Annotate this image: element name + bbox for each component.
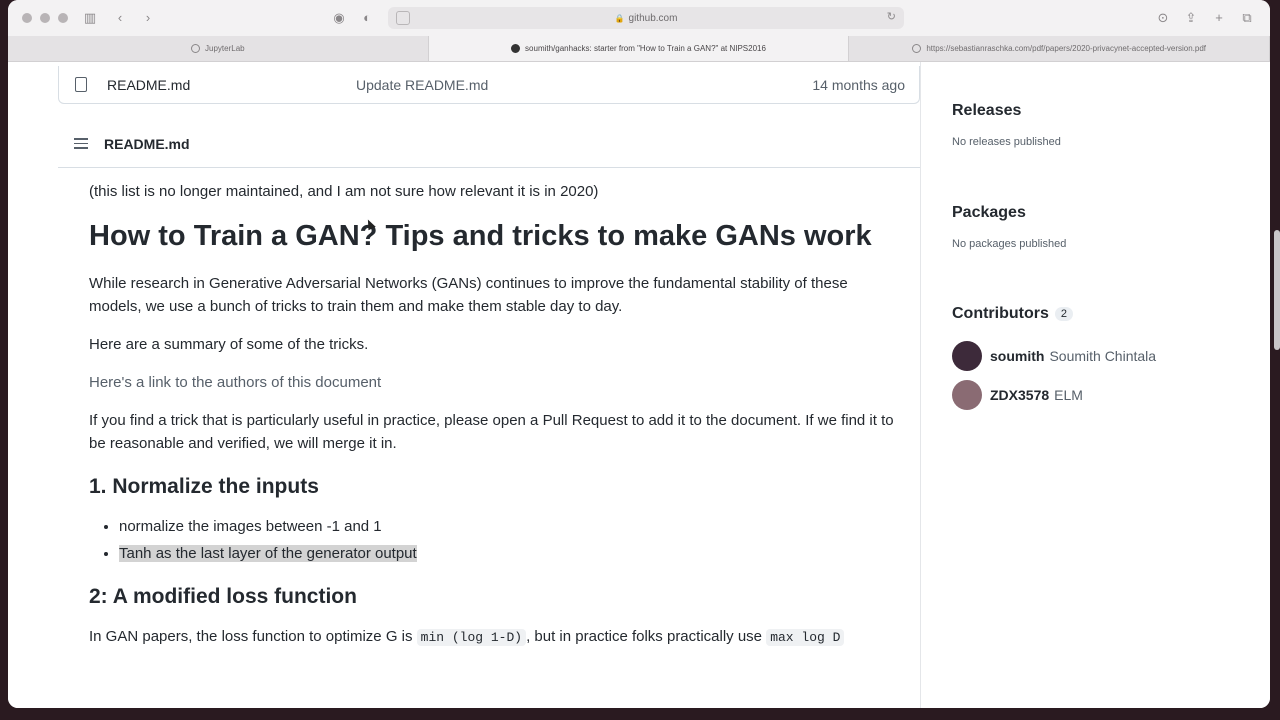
tab-overview-icon[interactable]: ⧉ [1238, 9, 1256, 27]
back-icon[interactable]: ‹ [111, 9, 129, 27]
commit-date: 14 months ago [812, 76, 905, 93]
contributors-heading[interactable]: Contributors 2 [952, 305, 1252, 323]
contributor-item[interactable]: ZDX3578 ELM [952, 380, 1252, 410]
maintenance-note: (this list is no longer maintained, and … [89, 183, 599, 200]
article-title: How to Train a GAN? Tips and tricks to m… [89, 220, 872, 252]
browser-window: ▥ ‹ › ◉ ◐ 🔒 github.com ↻ ⊙ ⇪ + ⧉ Jupyter… [8, 0, 1270, 708]
loss-text: , but in practice folks practically use [526, 628, 767, 645]
shield-icon[interactable]: ◐ [358, 9, 376, 27]
minimize-window-button[interactable] [40, 13, 50, 23]
tab-pdf[interactable]: https://sebastianraschka.com/pdf/papers/… [849, 36, 1270, 61]
zoom-window-button[interactable] [58, 13, 68, 23]
tab-favicon-icon [912, 44, 922, 53]
tab-favicon-icon [191, 44, 201, 53]
avatar[interactable] [952, 380, 982, 410]
loss-text: In GAN papers, the loss function to opti… [89, 628, 417, 645]
reload-icon[interactable]: ↻ [887, 10, 896, 23]
tab-label: https://sebastianraschka.com/pdf/papers/… [926, 44, 1207, 53]
tab-ganhacks[interactable]: soumith/ganhacks: starter from "How to T… [428, 36, 850, 61]
address-bar[interactable]: 🔒 github.com ↻ [388, 7, 904, 29]
contributor-name: ELM [1054, 387, 1083, 403]
readme-article: (this list is no longer maintained, and … [89, 180, 899, 664]
forward-icon[interactable]: › [139, 9, 157, 27]
contributor-login[interactable]: soumith [990, 348, 1044, 364]
downloads-icon[interactable]: ⊙ [1154, 9, 1172, 27]
lock-icon: 🔒 [614, 13, 625, 23]
privacy-report-icon[interactable]: ◉ [330, 9, 348, 27]
releases-heading[interactable]: Releases [952, 102, 1252, 120]
packages-heading[interactable]: Packages [952, 204, 1252, 222]
contributor-login[interactable]: ZDX3578 [990, 387, 1049, 403]
url-text: github.com [628, 12, 678, 24]
file-icon [75, 77, 87, 92]
authors-link[interactable]: Here's a link to the authors of this doc… [89, 371, 899, 394]
avatar[interactable] [952, 341, 982, 371]
list-item: Tanh as the last layer of the generator … [119, 542, 899, 565]
new-tab-icon[interactable]: + [1210, 9, 1228, 27]
contributor-item[interactable]: soumith Soumith Chintala [952, 341, 1252, 371]
highlighted-text: Tanh as the last layer of the generator … [119, 545, 417, 562]
summary-paragraph: Here are a summary of some of the tricks… [89, 336, 369, 353]
share-icon[interactable]: ⇪ [1182, 9, 1200, 27]
releases-text: No releases published [952, 136, 1061, 148]
releases-section: Releases No releases published [952, 102, 1252, 148]
file-name-link[interactable]: README.md [107, 77, 356, 93]
section-1-heading: 1. Normalize the inputs [89, 475, 319, 498]
file-row[interactable]: README.md Update README.md 14 months ago [58, 66, 920, 104]
page-menu-icon[interactable] [396, 11, 410, 25]
tab-label: soumith/ganhacks: starter from "How to T… [525, 44, 766, 53]
tab-jupyterlab[interactable]: JupyterLab [8, 36, 429, 61]
sidebar-divider [920, 62, 921, 708]
packages-section: Packages No packages published [952, 204, 1252, 250]
readme-title: README.md [104, 135, 190, 152]
packages-text: No packages published [952, 238, 1067, 250]
sidebar-toggle-icon[interactable]: ▥ [81, 9, 99, 27]
close-window-button[interactable] [22, 13, 32, 23]
section-2-heading: 2: A modified loss function [89, 585, 357, 608]
title-bar: ▥ ‹ › ◉ ◐ 🔒 github.com ↻ ⊙ ⇪ + ⧉ [8, 0, 1270, 36]
list-item: normalize the images between -1 and 1 [119, 515, 899, 538]
tab-bar: JupyterLab soumith/ganhacks: starter fro… [8, 36, 1270, 62]
inline-code: min (log 1-D) [416, 629, 527, 646]
contribute-paragraph: If you find a trick that is particularly… [89, 412, 894, 452]
desktop-scroll-edge [1274, 230, 1280, 350]
inline-code: max log D [766, 629, 845, 646]
intro-paragraph: While research in Generative Adversarial… [89, 275, 848, 315]
contributor-name: Soumith Chintala [1049, 348, 1157, 364]
contributors-count-badge: 2 [1054, 307, 1073, 321]
table-of-contents-icon[interactable] [74, 138, 88, 149]
contributors-title[interactable]: Contributors [952, 305, 1049, 323]
readme-header: README.md [58, 120, 920, 168]
commit-message-link[interactable]: Update README.md [356, 77, 812, 93]
window-controls [22, 13, 68, 23]
section-1-list: normalize the images between -1 and 1 Ta… [119, 515, 899, 565]
page-content: README.md Update README.md 14 months ago… [8, 62, 1270, 708]
github-icon [511, 44, 521, 53]
tab-label: JupyterLab [205, 44, 245, 53]
loss-paragraph: In GAN papers, the loss function to opti… [89, 625, 899, 649]
contributors-section: Contributors 2 soumith Soumith Chintala … [952, 305, 1252, 410]
